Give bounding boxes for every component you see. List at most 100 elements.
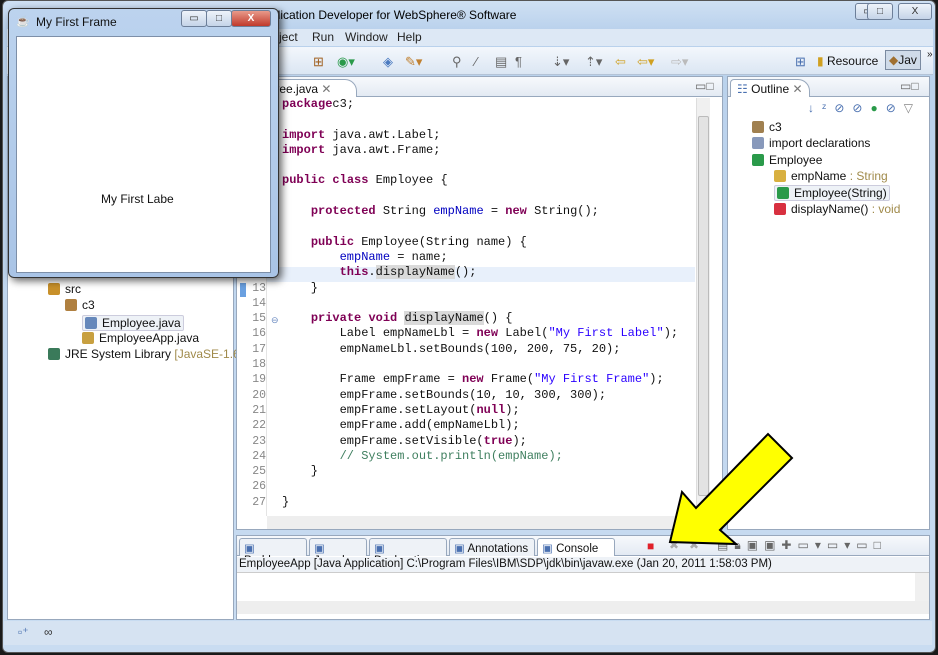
fast-view-icon[interactable]: ▫⁺: [18, 625, 29, 639]
edit-icon[interactable]: ⁄: [475, 54, 477, 69]
line-number: 25: [252, 465, 266, 479]
perspective-java[interactable]: ◆Jav: [885, 50, 921, 70]
frame-minimize-button[interactable]: ▭: [181, 10, 207, 27]
explorer-item[interactable]: EmployeeApp.java: [82, 331, 199, 345]
line-number: 15: [252, 312, 266, 326]
outline-item[interactable]: Employee: [752, 153, 822, 167]
maximize-button[interactable]: □: [867, 3, 893, 20]
status-bar: ▫⁺ ∞: [4, 621, 932, 645]
minimize-outline-icon[interactable]: ▭□: [900, 79, 919, 93]
hide-static-icon[interactable]: ⊘: [852, 101, 870, 115]
open-type-icon[interactable]: ◈: [383, 54, 393, 70]
outline-item[interactable]: displayName() : void: [774, 202, 900, 216]
tab-annotations[interactable]: ▣ Annotations: [449, 538, 535, 556]
code-token: }: [282, 280, 319, 295]
explorer-item[interactable]: src: [48, 282, 81, 296]
explorer-item-label: c3: [82, 298, 95, 313]
minimize-console-icon[interactable]: ▭□: [856, 538, 887, 552]
my-first-label: My First Labe: [101, 192, 174, 206]
open-console-icon[interactable]: ▭▾: [827, 538, 856, 552]
console-output[interactable]: [237, 573, 915, 601]
code-line: ​: [282, 479, 678, 494]
menu-run[interactable]: Run: [312, 30, 334, 44]
console-vscrollbar[interactable]: [915, 573, 929, 601]
hide-nonpublic-icon[interactable]: ●: [870, 101, 885, 115]
explorer-item[interactable]: c3: [65, 298, 95, 312]
frame-maximize-button[interactable]: □: [206, 10, 232, 27]
outline-item[interactable]: Employee(String): [774, 185, 890, 202]
close-button[interactable]: X: [898, 3, 932, 20]
code-token: "My First Label": [548, 326, 664, 341]
close-tab-icon[interactable]: ✕: [321, 82, 331, 96]
outline-item[interactable]: c3: [752, 120, 782, 134]
frame-close-button[interactable]: X: [231, 10, 271, 27]
prev-annotation-icon[interactable]: ⇡▾: [585, 54, 602, 70]
line-number: 14: [252, 296, 266, 310]
last-edit-icon[interactable]: ⇦: [615, 54, 626, 70]
menu-help[interactable]: Help: [397, 30, 422, 44]
explorer-item-label: src: [65, 282, 81, 296]
tab-javadoc[interactable]: ▣ Javadoc: [309, 538, 367, 567]
outline-tabbar: ☷ Outline ✕ ▭□: [728, 77, 929, 97]
new-package-icon[interactable]: ⊞: [313, 54, 324, 70]
forward-icon[interactable]: ⇨▾: [671, 54, 688, 70]
code-line: }: [282, 464, 678, 479]
code-line: private void displayName() {: [282, 311, 678, 326]
code-text[interactable]: packagec3;​import java.awt.Label;import …: [282, 97, 678, 510]
back-icon[interactable]: ⇦▾: [637, 54, 654, 70]
editor-hscrollbar[interactable]: [267, 516, 696, 529]
tab-console[interactable]: ▣ Console ✕: [537, 538, 615, 569]
run-icon[interactable]: ✎▾: [405, 54, 422, 70]
new-class-icon[interactable]: ◉▾: [337, 54, 355, 70]
close-outline-icon[interactable]: ✕: [792, 82, 802, 96]
open-perspective-icon[interactable]: ⊞: [795, 54, 806, 70]
outline-item[interactable]: import declarations: [752, 136, 870, 150]
menu-project[interactable]: ject: [279, 30, 298, 44]
tab-outline[interactable]: ☷ Outline ✕: [730, 79, 810, 97]
code-token: c3;: [332, 97, 355, 111]
code-token: empNameLbl.setBounds(100, 200, 75, 20);: [282, 341, 621, 356]
explorer-item-icon: [48, 283, 60, 295]
menu-window[interactable]: Window: [345, 30, 388, 44]
annotation-icon[interactable]: ⚲: [452, 54, 462, 70]
hide-fields-icon[interactable]: ⊘: [834, 101, 852, 115]
code-line: // System.out.println(empName);: [282, 449, 678, 464]
tab-label: Annotations: [467, 543, 529, 555]
bottom-tabbar: ▣ Problems▣ Javadoc▣ Declaration▣ Annota…: [237, 536, 929, 569]
code-token: package: [282, 97, 333, 111]
code-line: ​: [282, 158, 678, 173]
code-token: Frame empFrame =: [282, 372, 463, 387]
outline-item-icon: [752, 121, 764, 133]
console-hscrollbar[interactable]: [237, 601, 929, 614]
console-header: EmployeeApp [Java Application] C:\Progra…: [237, 557, 929, 573]
perspective-resource[interactable]: ▮ Resource: [817, 54, 878, 68]
sort-icon[interactable]: ↓ᶻ: [808, 101, 834, 115]
explorer-item[interactable]: Employee.java: [82, 314, 184, 331]
explorer-item-detail: [JavaSE-1.6]: [171, 347, 244, 362]
explorer-item[interactable]: JRE System Library [JavaSE-1.6]: [48, 347, 243, 361]
hide-local-icon[interactable]: ⊘: [886, 101, 904, 115]
next-annotation-icon[interactable]: ⇣▾: [552, 54, 569, 70]
code-token: private: [310, 311, 362, 326]
toggle-icon[interactable]: ▤: [495, 54, 507, 70]
view-menu-icon[interactable]: ▽: [904, 101, 921, 115]
minimize-editor-icon[interactable]: ▭□: [695, 79, 714, 93]
outline-item[interactable]: empName : String: [774, 169, 888, 183]
code-token: empFrame.setLayout(: [282, 402, 477, 417]
code-line: }: [282, 495, 678, 510]
outline-item-icon: [774, 169, 786, 182]
tab-declaration[interactable]: ▣ Declaration: [369, 538, 447, 567]
more-perspectives[interactable]: »: [927, 49, 933, 60]
declaration-icon: ▣: [374, 543, 385, 555]
outline-item-label: Employee: [769, 152, 823, 167]
annotations-icon: ▣: [454, 543, 465, 555]
fold-icon[interactable]: ⊖: [271, 315, 279, 326]
paragraph-icon[interactable]: ¶: [515, 54, 522, 69]
code-line: import java.awt.Label;: [282, 128, 678, 143]
glasses-icon[interactable]: ∞: [44, 625, 53, 639]
tab-problems[interactable]: ▣ Problems: [239, 538, 307, 567]
